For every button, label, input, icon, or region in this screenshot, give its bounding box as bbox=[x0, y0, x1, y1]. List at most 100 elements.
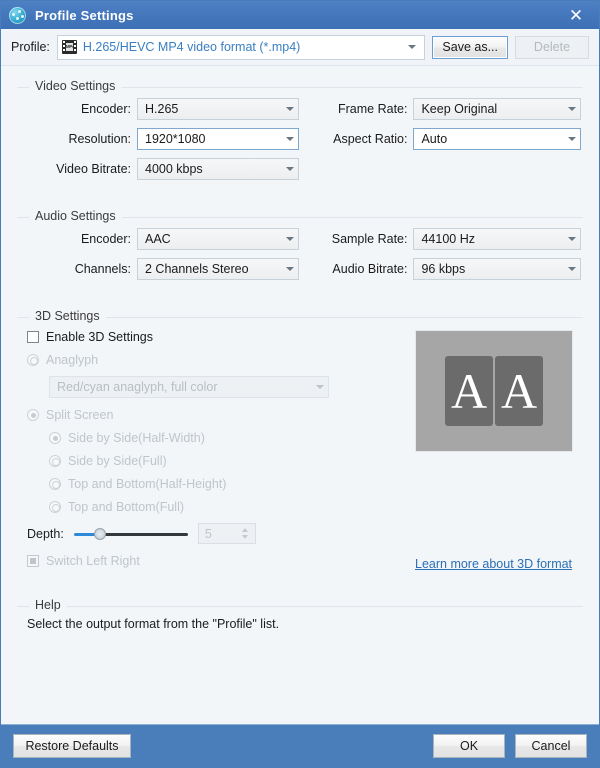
video-encoder-field: Encoder: H.265 bbox=[19, 98, 309, 120]
video-encoder-dropdown[interactable]: H.265 bbox=[137, 98, 299, 120]
anaglyph-label: Anaglyph bbox=[46, 353, 99, 367]
video-encoder-label: Encoder: bbox=[80, 102, 131, 116]
aspect-ratio-dropdown[interactable]: Auto bbox=[413, 128, 581, 150]
split-option-row: Top and Bottom(Full) bbox=[49, 500, 409, 514]
three-d-settings-title: 3D Settings bbox=[29, 309, 106, 323]
depth-label: Depth: bbox=[27, 526, 64, 541]
chevron-down-icon bbox=[242, 535, 249, 539]
aspect-ratio-value: Auto bbox=[421, 132, 448, 146]
frame-rate-dropdown[interactable]: Keep Original bbox=[413, 98, 581, 120]
aspect-ratio-label: Aspect Ratio: bbox=[333, 132, 408, 146]
side-by-side-full-radio bbox=[49, 455, 61, 467]
switch-left-right-label: Switch Left Right bbox=[46, 554, 140, 568]
stepper-buttons bbox=[239, 524, 255, 543]
mp4-icon-text: MP4 bbox=[65, 43, 75, 51]
slider-handle[interactable] bbox=[93, 527, 106, 540]
audio-row-1: Encoder: AAC Sample Rate: 44100 Hz bbox=[19, 228, 581, 250]
audio-bitrate-dropdown[interactable]: 96 kbps bbox=[413, 258, 581, 280]
resolution-dropdown[interactable]: 1920*1080 bbox=[137, 128, 299, 150]
video-encoder-value: H.265 bbox=[145, 102, 179, 116]
aspect-ratio-field: Aspect Ratio: Auto bbox=[309, 128, 581, 150]
audio-settings-group: Audio Settings Encoder: AAC Sample Rate: bbox=[17, 196, 583, 296]
switch-left-right-row: Switch Left Right bbox=[27, 554, 409, 568]
depth-slider[interactable] bbox=[73, 527, 188, 541]
help-group: Help Select the output format from the "… bbox=[17, 585, 583, 639]
resolution-label: Resolution: bbox=[68, 132, 131, 146]
audio-encoder-label: Encoder: bbox=[80, 232, 131, 246]
switch-left-right-checkbox bbox=[27, 555, 39, 567]
depth-stepper: 5 bbox=[197, 523, 256, 544]
audio-encoder-field: Encoder: AAC bbox=[19, 228, 309, 250]
resolution-field: Resolution: 1920*1080 bbox=[19, 128, 309, 150]
sample-rate-value: 44100 Hz bbox=[421, 232, 475, 246]
video-settings-title: Video Settings bbox=[29, 79, 122, 93]
chevron-down-icon bbox=[568, 267, 576, 271]
channels-field: Channels: 2 Channels Stereo bbox=[19, 258, 309, 280]
split-option-row: Top and Bottom(Half-Height) bbox=[49, 477, 409, 491]
three-d-settings-group: 3D Settings Enable 3D Settings Anaglyph … bbox=[17, 296, 583, 585]
sample-rate-dropdown[interactable]: 44100 Hz bbox=[413, 228, 581, 250]
side-by-side-full-label: Side by Side(Full) bbox=[68, 454, 167, 468]
depth-value: 5 bbox=[204, 526, 212, 541]
profile-bar: Profile: MP4 H.265/HEVC MP4 video format… bbox=[1, 29, 599, 66]
dialog-content: Video Settings Encoder: H.265 Frame Rate… bbox=[1, 66, 599, 724]
channels-value: 2 Channels Stereo bbox=[145, 262, 249, 276]
chevron-down-icon bbox=[568, 137, 576, 141]
channels-dropdown[interactable]: 2 Channels Stereo bbox=[137, 258, 299, 280]
anaglyph-radio bbox=[27, 354, 39, 366]
mp4-file-icon: MP4 bbox=[61, 40, 77, 54]
enable-3d-label: Enable 3D Settings bbox=[46, 330, 154, 344]
enable-3d-row[interactable]: Enable 3D Settings bbox=[27, 330, 409, 344]
chevron-down-icon bbox=[286, 267, 294, 271]
side-by-side-half-width-label: Side by Side(Half-Width) bbox=[68, 431, 205, 445]
cancel-button[interactable]: Cancel bbox=[515, 734, 587, 758]
sample-rate-label: Sample Rate: bbox=[331, 232, 408, 246]
window-title: Profile Settings bbox=[35, 7, 134, 23]
top-and-bottom-half-height-radio bbox=[49, 478, 61, 490]
video-bitrate-field: Video Bitrate: 4000 kbps bbox=[19, 158, 319, 180]
video-settings-group: Video Settings Encoder: H.265 Frame Rate… bbox=[17, 66, 583, 196]
restore-defaults-button[interactable]: Restore Defaults bbox=[13, 734, 131, 758]
audio-bitrate-label: Audio Bitrate: bbox=[332, 262, 408, 276]
channels-label: Channels: bbox=[74, 262, 131, 276]
audio-settings-title: Audio Settings bbox=[29, 209, 122, 223]
video-bitrate-label: Video Bitrate: bbox=[56, 162, 131, 176]
video-row-1: Encoder: H.265 Frame Rate: Keep Original bbox=[19, 98, 581, 120]
top-and-bottom-full-radio bbox=[49, 501, 61, 513]
anaglyph-type-dropdown: Red/cyan anaglyph, full color bbox=[49, 376, 329, 398]
sample-rate-field: Sample Rate: 44100 Hz bbox=[309, 228, 581, 250]
audio-bitrate-field: Audio Bitrate: 96 kbps bbox=[309, 258, 581, 280]
resolution-value: 1920*1080 bbox=[145, 132, 206, 146]
chevron-down-icon bbox=[286, 137, 294, 141]
ok-button[interactable]: OK bbox=[433, 734, 505, 758]
save-as-button[interactable]: Save as... bbox=[432, 35, 508, 59]
chevron-down-icon bbox=[568, 107, 576, 111]
anaglyph-radio-row: Anaglyph bbox=[27, 353, 409, 367]
top-and-bottom-full-label: Top and Bottom(Full) bbox=[68, 500, 185, 514]
audio-encoder-dropdown[interactable]: AAC bbox=[137, 228, 299, 250]
learn-more-3d-link[interactable]: Learn more about 3D format bbox=[415, 557, 572, 571]
footer-bar: Restore Defaults OK Cancel bbox=[1, 724, 599, 767]
chevron-down-icon bbox=[568, 237, 576, 241]
help-title: Help bbox=[29, 598, 67, 612]
profile-value: H.265/HEVC MP4 video format (*.mp4) bbox=[82, 40, 301, 54]
split-screen-radio-row: Split Screen bbox=[27, 408, 409, 422]
video-bitrate-dropdown[interactable]: 4000 kbps bbox=[137, 158, 299, 180]
profile-label: Profile: bbox=[11, 40, 50, 54]
chevron-down-icon bbox=[316, 385, 324, 389]
three-d-preview-area: A A Learn more about 3D format bbox=[409, 328, 581, 577]
enable-3d-checkbox[interactable] bbox=[27, 331, 39, 343]
close-icon[interactable]: ✕ bbox=[553, 1, 599, 29]
chevron-down-icon bbox=[286, 107, 294, 111]
help-text: Select the output format from the "Profi… bbox=[27, 617, 280, 631]
depth-row: Depth: 5 bbox=[27, 523, 409, 544]
three-d-preview-image: A A bbox=[415, 330, 573, 452]
side-by-side-half-width-radio bbox=[49, 432, 61, 444]
chevron-up-icon bbox=[242, 528, 249, 532]
title-bar: Profile Settings ✕ bbox=[1, 1, 599, 29]
profile-dropdown[interactable]: MP4 H.265/HEVC MP4 video format (*.mp4) bbox=[56, 34, 426, 60]
video-row-3: Video Bitrate: 4000 kbps bbox=[19, 158, 581, 180]
split-option-row: Side by Side(Half-Width) bbox=[49, 431, 409, 445]
profile-settings-dialog: Profile Settings ✕ Profile: MP4 H.265/HE… bbox=[0, 0, 600, 768]
split-screen-label: Split Screen bbox=[46, 408, 114, 422]
